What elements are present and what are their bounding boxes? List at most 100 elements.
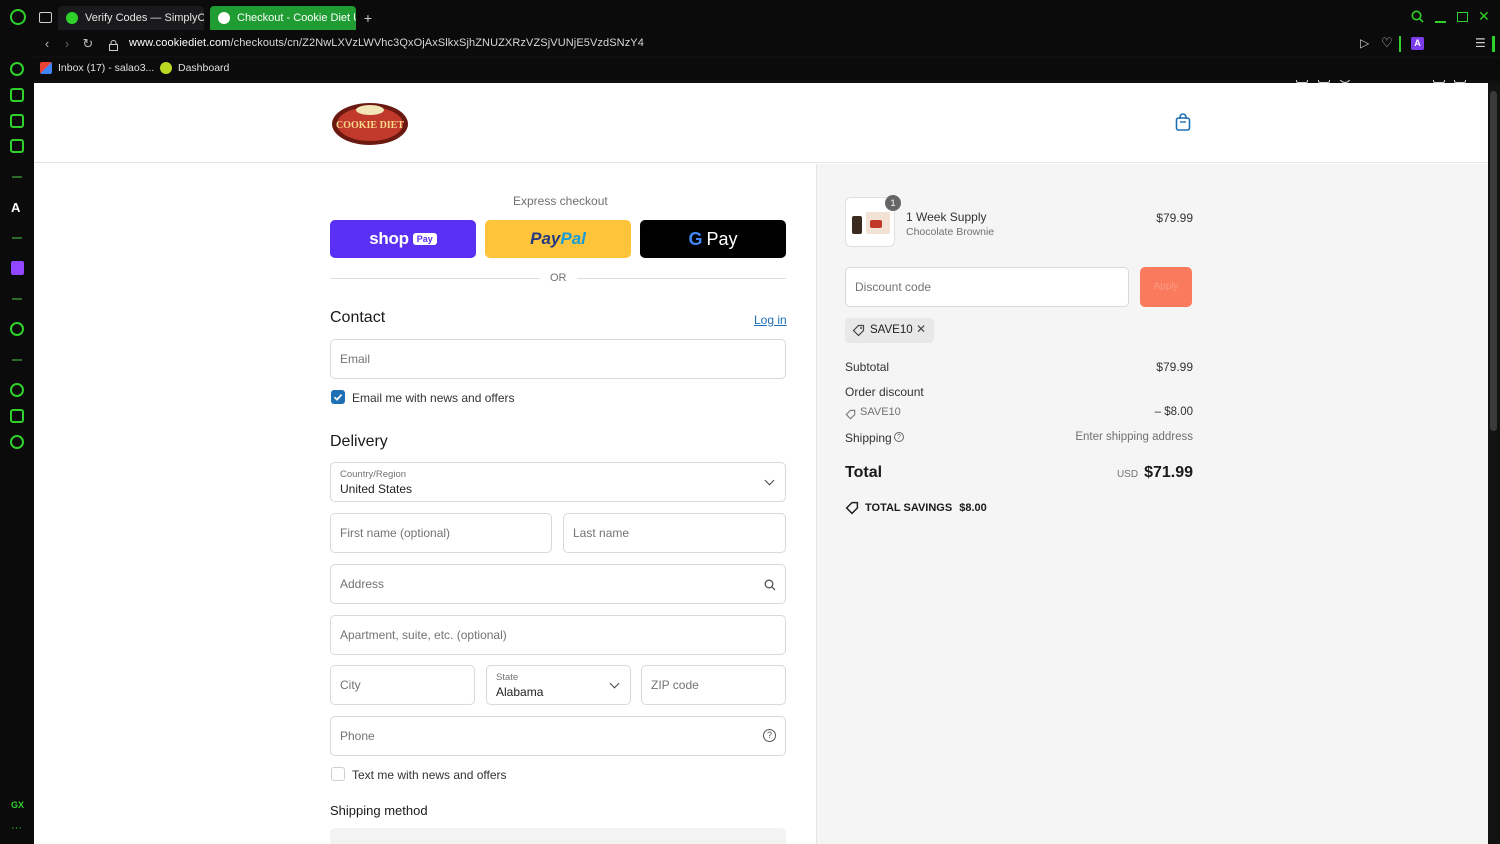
paypal-pal-word: Pal bbox=[560, 229, 586, 248]
subtotal-value: $79.99 bbox=[1156, 360, 1193, 374]
opera-logo-icon[interactable] bbox=[10, 9, 26, 25]
subtotal-label: Subtotal bbox=[845, 360, 890, 374]
sidebar-separator bbox=[12, 176, 22, 178]
state-label: State bbox=[496, 672, 519, 683]
country-value: United States bbox=[340, 482, 413, 496]
sidebar-gx-label[interactable]: GX bbox=[11, 800, 24, 810]
country-select[interactable]: Country/Region United States bbox=[330, 462, 786, 502]
cart-bag-icon[interactable] bbox=[1175, 113, 1191, 131]
shop-pay-badge: Pay bbox=[412, 233, 437, 245]
tab-checkout[interactable]: Checkout - Cookie Diet U bbox=[210, 6, 356, 30]
forward-arrow-icon[interactable]: › bbox=[58, 34, 76, 54]
google-pay-button[interactable]: G Pay bbox=[640, 220, 786, 258]
sidebar-messenger-icon[interactable] bbox=[10, 139, 24, 153]
zip-code-field[interactable]: ZIP code bbox=[641, 665, 786, 705]
sidebar-separator bbox=[12, 237, 22, 239]
tab-label: Verify Codes — SimplyCo bbox=[85, 12, 204, 24]
shipping-method-heading: Shipping method bbox=[330, 803, 428, 818]
or-label: OR bbox=[550, 272, 567, 284]
apartment-field[interactable]: Apartment, suite, etc. (optional) bbox=[330, 615, 786, 655]
email-field[interactable]: Email bbox=[330, 339, 786, 379]
log-in-link[interactable]: Log in bbox=[754, 313, 787, 327]
email-news-checkbox[interactable] bbox=[331, 390, 345, 404]
discount-code-field[interactable]: Discount code bbox=[845, 267, 1129, 307]
tag-icon bbox=[845, 407, 856, 425]
state-select[interactable]: State Alabama bbox=[486, 665, 631, 705]
address-bar: ‹ › ↻ www.cookiediet.com/checkouts/cn/Z2… bbox=[34, 34, 1500, 83]
bookmark-gmail[interactable]: Inbox (17) - salao3... bbox=[40, 62, 154, 74]
tab-verify-codes[interactable]: Verify Codes — SimplyCo bbox=[58, 6, 204, 30]
express-checkout-label: Express checkout bbox=[513, 194, 608, 208]
apply-discount-button[interactable]: Apply bbox=[1140, 267, 1192, 307]
shipping-help-icon[interactable]: ? bbox=[894, 432, 904, 442]
order-discount-value: – $8.00 bbox=[1154, 406, 1193, 418]
sidebar-player-icon[interactable] bbox=[10, 322, 24, 336]
search-tabs-icon[interactable] bbox=[1411, 10, 1424, 26]
dashboard-icon bbox=[160, 62, 172, 74]
sidebar-history-icon[interactable] bbox=[10, 383, 24, 397]
discount-placeholder: Discount code bbox=[855, 280, 932, 294]
aria-extension-icon[interactable]: A bbox=[1411, 37, 1424, 50]
savings-tag-icon bbox=[845, 501, 859, 520]
simplycodes-favicon-icon bbox=[66, 12, 78, 24]
heart-icon[interactable]: ♡ bbox=[1381, 35, 1393, 51]
or-divider-right bbox=[577, 278, 786, 279]
sidebar-settings-icon[interactable] bbox=[10, 435, 24, 449]
bookmark-label: Dashboard bbox=[178, 62, 230, 74]
city-field[interactable]: City bbox=[330, 665, 475, 705]
help-question-icon[interactable]: ? bbox=[763, 729, 776, 742]
new-tab-plus-icon[interactable]: + bbox=[360, 10, 376, 26]
url-host: www.cookiediet.com bbox=[129, 37, 231, 49]
apartment-placeholder: Apartment, suite, etc. (optional) bbox=[340, 628, 507, 642]
shipping-method-placeholder-box bbox=[330, 828, 786, 844]
remove-code-close-icon[interactable]: ✕ bbox=[916, 322, 926, 336]
close-window-icon[interactable]: ✕ bbox=[1478, 8, 1492, 24]
quantity-badge: 1 bbox=[885, 195, 901, 211]
email-news-label: Email me with news and offers bbox=[352, 391, 515, 405]
first-name-field[interactable]: First name (optional) bbox=[330, 513, 552, 553]
savings-value: $8.00 bbox=[959, 502, 987, 514]
sidebar-twitch-icon[interactable] bbox=[11, 261, 24, 275]
sidebar-more-icon[interactable]: ··· bbox=[11, 822, 22, 834]
sms-news-checkbox[interactable] bbox=[331, 767, 345, 781]
total-amount: USD $71.99 bbox=[1117, 464, 1193, 482]
order-summary-panel: 1 1 Week Supply Chocolate Brownie $79.99… bbox=[816, 164, 1488, 844]
sidebar-store-icon[interactable] bbox=[10, 88, 24, 102]
browser-tab-bar: Verify Codes — SimplyCo Checkout - Cooki… bbox=[0, 0, 1500, 34]
store-header: COOKIE DIET bbox=[34, 83, 1488, 163]
minimize-icon[interactable] bbox=[1435, 21, 1446, 23]
sidebar-ai-icon[interactable]: A bbox=[11, 200, 20, 215]
scrollbar-thumb[interactable] bbox=[1490, 91, 1497, 431]
email-placeholder: Email bbox=[340, 352, 371, 366]
restore-icon[interactable] bbox=[1457, 12, 1468, 22]
gmail-icon bbox=[40, 62, 52, 74]
google-g-icon: G bbox=[688, 228, 703, 249]
last-name-placeholder: Last name bbox=[573, 526, 630, 540]
order-discount-code: SAVE10 bbox=[860, 406, 901, 418]
phone-field[interactable]: Phone ? bbox=[330, 716, 786, 756]
google-pay-word: Pay bbox=[706, 228, 738, 249]
sidebar-refresh-icon[interactable] bbox=[10, 62, 24, 76]
cookie-diet-logo[interactable]: COOKIE DIET bbox=[330, 99, 410, 147]
back-arrow-icon[interactable]: ‹ bbox=[38, 34, 56, 54]
phone-placeholder: Phone bbox=[340, 729, 375, 743]
last-name-field[interactable]: Last name bbox=[563, 513, 786, 553]
chevron-down-icon bbox=[764, 475, 775, 486]
tab-switcher-icon[interactable] bbox=[39, 12, 52, 23]
paypal-button[interactable]: Pay Pal bbox=[485, 220, 631, 258]
page-scrollbar[interactable] bbox=[1488, 83, 1500, 844]
toolbar-divider bbox=[1399, 36, 1401, 52]
address-field[interactable]: Address bbox=[330, 564, 786, 604]
menu-icon[interactable]: ☰ bbox=[1475, 36, 1486, 50]
url-field[interactable]: www.cookiediet.com/checkouts/cn/Z2NwLXVz… bbox=[129, 37, 644, 49]
player-play-icon[interactable]: ▷ bbox=[1360, 36, 1369, 50]
first-name-placeholder: First name (optional) bbox=[340, 526, 451, 540]
product-name: 1 Week Supply bbox=[906, 210, 987, 224]
sidebar-gx-corner-icon[interactable] bbox=[10, 114, 24, 128]
shop-pay-button[interactable]: shop Pay bbox=[330, 220, 476, 258]
city-placeholder: City bbox=[340, 678, 361, 692]
reload-icon[interactable]: ↻ bbox=[79, 34, 97, 54]
sidebar-extensions-icon[interactable] bbox=[10, 409, 24, 423]
bookmark-dashboard[interactable]: Dashboard bbox=[160, 62, 229, 74]
applied-code-text: SAVE10 bbox=[870, 324, 913, 336]
